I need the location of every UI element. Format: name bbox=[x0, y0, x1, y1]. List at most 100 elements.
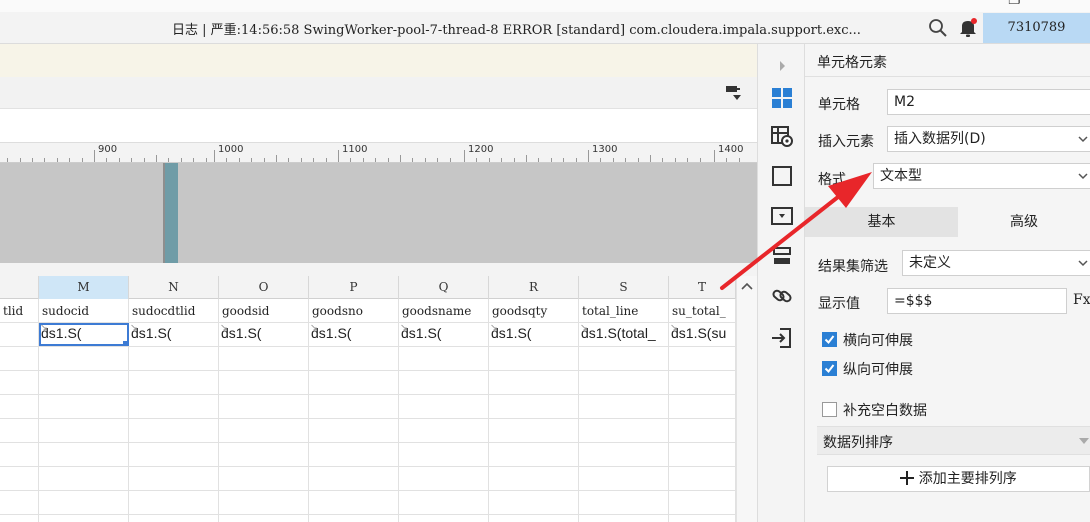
empty-cell[interactable] bbox=[669, 395, 736, 418]
bell-icon[interactable] bbox=[958, 17, 978, 39]
tab-advanced[interactable]: 高级 bbox=[958, 207, 1090, 237]
empty-cell[interactable] bbox=[579, 467, 669, 490]
empty-cell[interactable] bbox=[579, 395, 669, 418]
data-column-cell[interactable]: ↘ ds1.S(total_ bbox=[579, 323, 669, 346]
empty-cell[interactable] bbox=[489, 443, 579, 466]
active-cell[interactable]: ↘ ds1.S( bbox=[39, 323, 129, 346]
spreadsheet-grid[interactable]: MNOPQRST tlid sudocid sudocdtlid goodsid goo… bbox=[0, 276, 736, 522]
empty-cell[interactable] bbox=[39, 443, 129, 466]
empty-cell[interactable] bbox=[669, 467, 736, 490]
empty-cell[interactable] bbox=[0, 347, 39, 370]
cell-element-icon[interactable] bbox=[770, 86, 794, 110]
empty-cell[interactable] bbox=[489, 467, 579, 490]
empty-cell[interactable] bbox=[219, 347, 309, 370]
dropdown-widget-icon[interactable] bbox=[770, 204, 794, 228]
empty-cell[interactable] bbox=[399, 395, 489, 418]
user-id[interactable]: 7310789 bbox=[983, 13, 1090, 43]
page-edge-marker[interactable] bbox=[165, 163, 178, 263]
column-header[interactable]: M bbox=[39, 276, 129, 299]
empty-cell[interactable] bbox=[0, 491, 39, 514]
tab-basic[interactable]: 基本 bbox=[805, 207, 958, 237]
empty-cell[interactable] bbox=[669, 443, 736, 466]
empty-cell[interactable] bbox=[399, 491, 489, 514]
empty-cell[interactable] bbox=[399, 419, 489, 442]
sort-section-header[interactable]: 数据列排序 bbox=[817, 426, 1090, 455]
column-header[interactable]: P bbox=[309, 276, 399, 299]
empty-cell[interactable] bbox=[399, 467, 489, 490]
empty-cell[interactable] bbox=[309, 371, 399, 394]
column-header[interactable]: T bbox=[669, 276, 736, 299]
empty-cell[interactable] bbox=[579, 491, 669, 514]
data-column-cell[interactable] bbox=[0, 323, 39, 346]
empty-cell[interactable] bbox=[309, 443, 399, 466]
empty-cell[interactable] bbox=[0, 371, 39, 394]
empty-cell[interactable] bbox=[219, 419, 309, 442]
scroll-up-icon[interactable] bbox=[739, 278, 755, 294]
field-name-cell[interactable]: su_total_ bbox=[669, 299, 736, 322]
empty-cell[interactable] bbox=[399, 443, 489, 466]
field-name-cell[interactable]: tlid bbox=[0, 299, 39, 322]
data-column-cell[interactable]: ↘ ds1.S( bbox=[129, 323, 219, 346]
empty-cell[interactable] bbox=[129, 395, 219, 418]
empty-cell[interactable] bbox=[129, 347, 219, 370]
empty-cell[interactable] bbox=[669, 371, 736, 394]
empty-cell[interactable] bbox=[0, 515, 39, 522]
empty-cell[interactable] bbox=[579, 347, 669, 370]
filter-select[interactable]: 未定义 bbox=[902, 250, 1090, 276]
column-header[interactable] bbox=[0, 276, 39, 299]
display-value-input[interactable]: =$$$ bbox=[887, 288, 1067, 314]
empty-cell[interactable] bbox=[0, 395, 39, 418]
empty-cell[interactable] bbox=[669, 491, 736, 514]
hyperlink-icon[interactable] bbox=[770, 284, 794, 308]
empty-cell[interactable] bbox=[489, 491, 579, 514]
data-column-cell[interactable]: ↘ ds1.S( bbox=[309, 323, 399, 346]
empty-cell[interactable] bbox=[219, 491, 309, 514]
empty-cell[interactable] bbox=[39, 347, 129, 370]
horizontal-expand-checkbox[interactable] bbox=[822, 332, 837, 347]
column-header[interactable]: S bbox=[579, 276, 669, 299]
empty-cell[interactable] bbox=[129, 467, 219, 490]
format-painter-icon[interactable] bbox=[724, 84, 744, 102]
add-sort-button[interactable]: 添加主要排列序 bbox=[827, 466, 1090, 492]
format-select[interactable]: 文本型 bbox=[873, 163, 1090, 189]
widget-icon[interactable] bbox=[770, 164, 794, 188]
column-header[interactable]: N bbox=[129, 276, 219, 299]
empty-cell[interactable] bbox=[129, 515, 219, 522]
empty-cell[interactable] bbox=[39, 371, 129, 394]
restore-window-icon[interactable]: ❐ bbox=[1008, 0, 1021, 8]
empty-cell[interactable] bbox=[669, 419, 736, 442]
data-column-cell[interactable]: ↘ ds1.S( bbox=[489, 323, 579, 346]
empty-cell[interactable] bbox=[579, 419, 669, 442]
empty-cell[interactable] bbox=[0, 443, 39, 466]
empty-cell[interactable] bbox=[669, 515, 736, 522]
empty-cell[interactable] bbox=[219, 443, 309, 466]
log-message[interactable]: 日志 | 严重:14:56:58 SwingWorker-pool-7-thre… bbox=[172, 19, 861, 38]
empty-cell[interactable] bbox=[219, 371, 309, 394]
field-name-cell[interactable]: goodsqty bbox=[489, 299, 579, 322]
field-name-cell[interactable]: goodsid bbox=[219, 299, 309, 322]
empty-cell[interactable] bbox=[489, 515, 579, 522]
data-column-cell[interactable]: ↘ ds1.S( bbox=[399, 323, 489, 346]
field-name-cell[interactable]: total_line bbox=[579, 299, 669, 322]
formula-bar[interactable] bbox=[0, 109, 757, 143]
empty-cell[interactable] bbox=[129, 443, 219, 466]
formula-fx-button[interactable]: Fx bbox=[1073, 292, 1090, 308]
column-header[interactable]: R bbox=[489, 276, 579, 299]
empty-cell[interactable] bbox=[399, 515, 489, 522]
empty-cell[interactable] bbox=[489, 395, 579, 418]
empty-cell[interactable] bbox=[399, 371, 489, 394]
empty-cell[interactable] bbox=[39, 515, 129, 522]
empty-cell[interactable] bbox=[669, 347, 736, 370]
vertical-scrollbar[interactable] bbox=[736, 276, 757, 522]
empty-cell[interactable] bbox=[579, 443, 669, 466]
empty-cell[interactable] bbox=[309, 467, 399, 490]
empty-cell[interactable] bbox=[219, 395, 309, 418]
data-column-cell[interactable]: ↘ ds1.S( bbox=[219, 323, 309, 346]
fill-blank-checkbox[interactable] bbox=[822, 402, 837, 417]
empty-cell[interactable] bbox=[39, 419, 129, 442]
empty-cell[interactable] bbox=[489, 347, 579, 370]
empty-cell[interactable] bbox=[579, 371, 669, 394]
cell-attribute-icon[interactable] bbox=[770, 124, 794, 148]
empty-cell[interactable] bbox=[0, 419, 39, 442]
empty-cell[interactable] bbox=[309, 395, 399, 418]
